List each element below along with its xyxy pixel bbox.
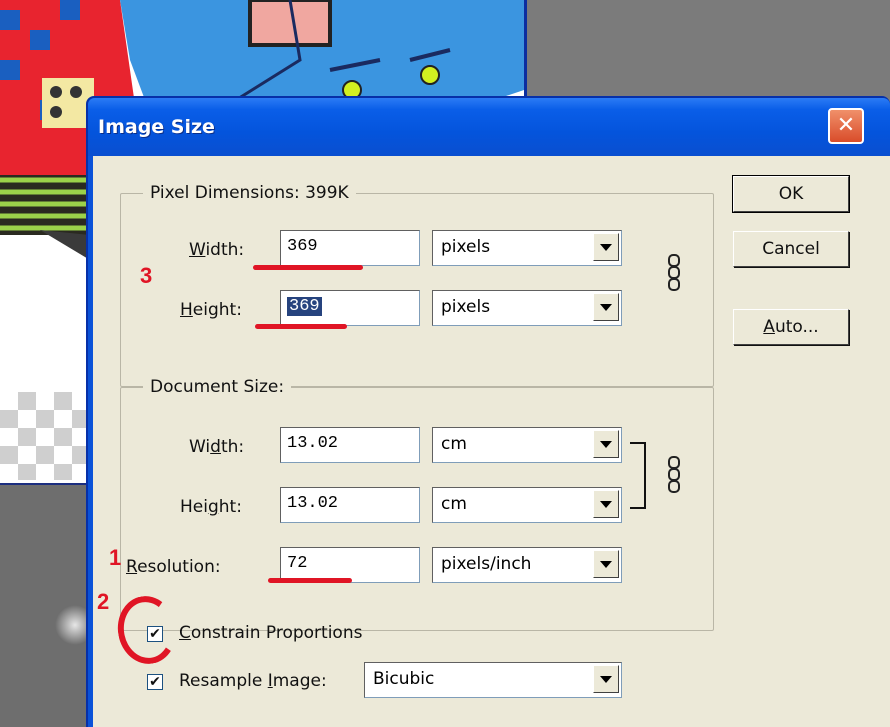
auto-button[interactable]: Auto... <box>733 309 849 345</box>
annotation-underline-resolution <box>268 578 352 583</box>
dialog-titlebar[interactable]: Image Size ✕ <box>88 98 890 156</box>
doc-width-unit-select[interactable]: cm <box>432 427 622 463</box>
chevron-down-icon[interactable] <box>593 233 619 261</box>
link-chain-icon <box>668 456 680 493</box>
image-size-dialog: Image Size ✕ Pixel Dimensions: 399K Widt… <box>86 96 890 727</box>
pixel-dimensions-heading: Pixel Dimensions: 399K <box>143 183 356 203</box>
doc-width-label: Width: <box>189 437 245 457</box>
resample-image-checkbox[interactable]: ✔ <box>147 674 163 690</box>
annotation-number-3: 3 <box>140 263 153 288</box>
annotation-number-1: 1 <box>109 545 122 570</box>
doc-height-input[interactable]: 13.02 <box>280 487 420 523</box>
link-bracket <box>630 442 646 509</box>
document-size-heading: Document Size: <box>143 377 292 397</box>
chevron-down-icon[interactable] <box>593 550 619 578</box>
doc-width-input[interactable]: 13.02 <box>280 427 420 463</box>
doc-height-unit-select[interactable]: cm <box>432 487 622 523</box>
resolution-label: Resolution: <box>126 557 221 577</box>
pixel-height-unit-select[interactable]: pixels <box>432 290 622 326</box>
chevron-down-icon[interactable] <box>593 490 619 518</box>
chevron-down-icon[interactable] <box>593 293 619 321</box>
pixel-width-label: Width: <box>189 240 245 260</box>
pixel-height-label: Height: <box>180 300 242 320</box>
workspace-background <box>0 485 95 727</box>
selected-text: 369 <box>287 297 322 316</box>
annotation-number-2: 2 <box>97 589 110 614</box>
pixel-width-unit-select[interactable]: pixels <box>432 230 622 266</box>
pixel-height-input[interactable]: 369 <box>280 290 420 326</box>
ok-button[interactable]: OK <box>732 175 850 213</box>
close-button[interactable]: ✕ <box>828 108 864 144</box>
constrain-proportions-label[interactable]: Constrain Proportions <box>179 623 362 643</box>
chevron-down-icon[interactable] <box>593 430 619 458</box>
resolution-unit-select[interactable]: pixels/inch <box>432 547 622 583</box>
transparency-checkerboard <box>0 392 90 480</box>
doc-height-label: Height: <box>180 497 242 517</box>
chevron-down-icon[interactable] <box>593 665 619 693</box>
dialog-title: Image Size <box>98 116 215 138</box>
cancel-button[interactable]: Cancel <box>733 231 849 267</box>
pixel-width-input[interactable]: 369 <box>280 230 420 266</box>
annotation-underline-width <box>253 265 363 270</box>
resample-method-select[interactable]: Bicubic <box>364 662 622 698</box>
dialog-body: Pixel Dimensions: 399K Width: 369 pixels… <box>93 156 890 727</box>
annotation-underline-height <box>255 324 347 329</box>
resample-image-label[interactable]: Resample Image: <box>179 671 327 691</box>
link-chain-icon <box>668 254 680 291</box>
